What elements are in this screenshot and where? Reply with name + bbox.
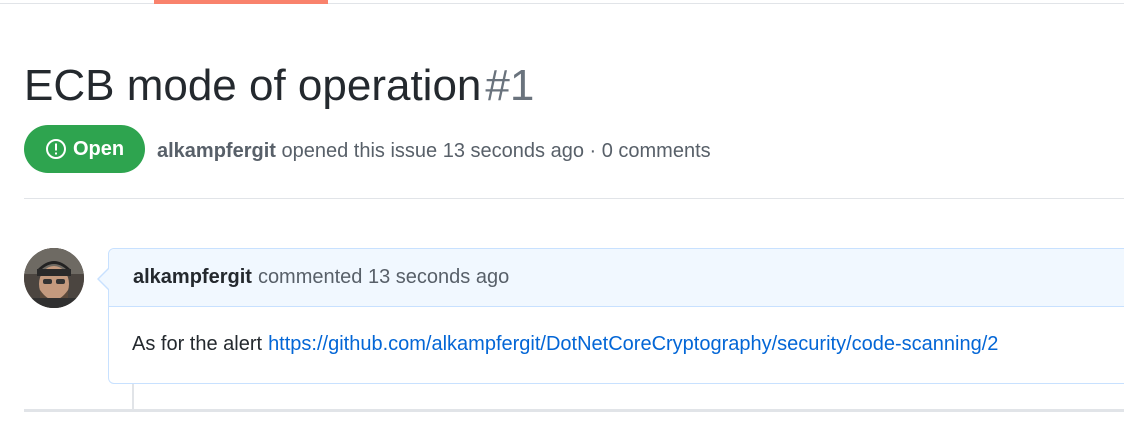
- issue-title: ECB mode of operation#1: [24, 56, 534, 116]
- selected-tab-indicator: [154, 0, 328, 4]
- issue-author-link[interactable]: alkampfergit: [157, 140, 276, 162]
- comment-body-text: As for the alert: [132, 333, 263, 355]
- issue-meta-text: opened this issue 13 seconds ago · 0 com…: [281, 140, 711, 162]
- comment-timestamp[interactable]: commented 13 seconds ago: [258, 266, 509, 289]
- avatar[interactable]: [24, 248, 84, 308]
- comment-box: alkampfergit commented 13 seconds ago As…: [108, 248, 1124, 384]
- timeline-line: [132, 384, 134, 412]
- code-scanning-link[interactable]: https://github.com/alkampfergit/DotNetCo…: [268, 333, 998, 355]
- issue-title-text: ECB mode of operation: [24, 61, 482, 110]
- timeline-bottom-divider: [24, 409, 1124, 412]
- issue-state-badge: Open: [24, 125, 145, 173]
- comment-body: As for the alert https://github.com/alkam…: [109, 307, 1124, 356]
- header-divider: [24, 198, 1124, 199]
- issue-number: #1: [485, 61, 535, 110]
- issue-state-label: Open: [72, 137, 125, 160]
- comment-arrow-fill: [99, 269, 109, 289]
- comment-header: alkampfergit commented 13 seconds ago: [109, 249, 1124, 307]
- issue-opened-icon: [45, 138, 67, 160]
- comment-author-link[interactable]: alkampfergit: [133, 266, 252, 289]
- issue-meta: alkampfergit opened this issue 13 second…: [157, 138, 711, 164]
